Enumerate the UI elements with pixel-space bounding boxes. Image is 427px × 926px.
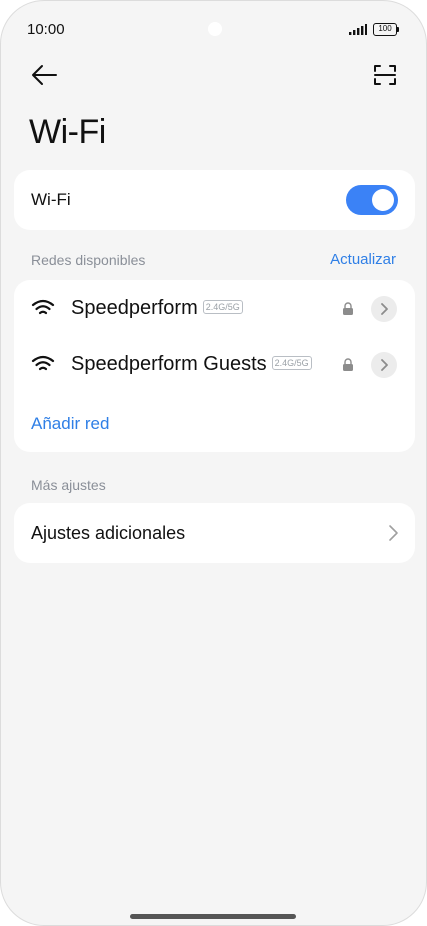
- refresh-link[interactable]: Actualizar: [330, 251, 396, 268]
- wifi-icon: [31, 299, 55, 315]
- front-camera: [208, 22, 222, 36]
- battery-level: 100: [373, 23, 397, 36]
- toggle-knob: [372, 189, 394, 211]
- network-item[interactable]: Speedperform Guests 2.4G/5G: [14, 336, 415, 392]
- add-network-link[interactable]: Añadir red: [31, 414, 109, 434]
- network-name: Speedperform 2.4G/5G: [71, 297, 243, 320]
- network-details-button[interactable]: [371, 352, 397, 378]
- additional-settings-row[interactable]: Ajustes adicionales: [14, 503, 415, 563]
- available-networks-label: Redes disponibles: [31, 252, 146, 268]
- scan-icon: [374, 65, 396, 85]
- chevron-right-icon: [381, 359, 388, 371]
- wifi-icon: [31, 355, 55, 371]
- more-settings-label: Más ajustes: [31, 477, 106, 493]
- wifi-toggle-row[interactable]: Wi-Fi: [14, 170, 415, 230]
- page-title: Wi-Fi: [29, 113, 106, 151]
- wifi-toggle-switch[interactable]: [346, 185, 398, 215]
- lock-icon: [343, 302, 353, 315]
- back-button[interactable]: [29, 61, 59, 89]
- band-badge: 2.4G/5G: [202, 299, 243, 314]
- phone-screen: 10:00 100 Wi-Fi Wi-Fi Redes disponibles: [0, 0, 427, 926]
- band-badge: 2.4G/5G: [271, 355, 312, 370]
- lock-icon: [343, 358, 353, 371]
- scan-qr-button[interactable]: [371, 61, 399, 89]
- status-bar: 10:00 100: [1, 1, 426, 57]
- wifi-toggle-label: Wi-Fi: [31, 190, 71, 209]
- chevron-right-icon: [389, 525, 398, 541]
- battery-icon: 100: [373, 23, 399, 36]
- additional-settings-label: Ajustes adicionales: [31, 523, 186, 543]
- home-indicator[interactable]: [130, 914, 296, 919]
- status-time: 10:00: [27, 21, 65, 38]
- back-arrow-icon: [32, 65, 57, 85]
- chevron-right-icon: [381, 303, 388, 315]
- networks-list: Speedperform 2.4G/5G Speedperform Guests 2…: [14, 280, 415, 452]
- network-details-button[interactable]: [371, 296, 397, 322]
- network-name: Speedperform Guests 2.4G/5G: [71, 353, 312, 376]
- network-item[interactable]: Speedperform 2.4G/5G: [14, 280, 415, 336]
- signal-icon: [349, 24, 367, 35]
